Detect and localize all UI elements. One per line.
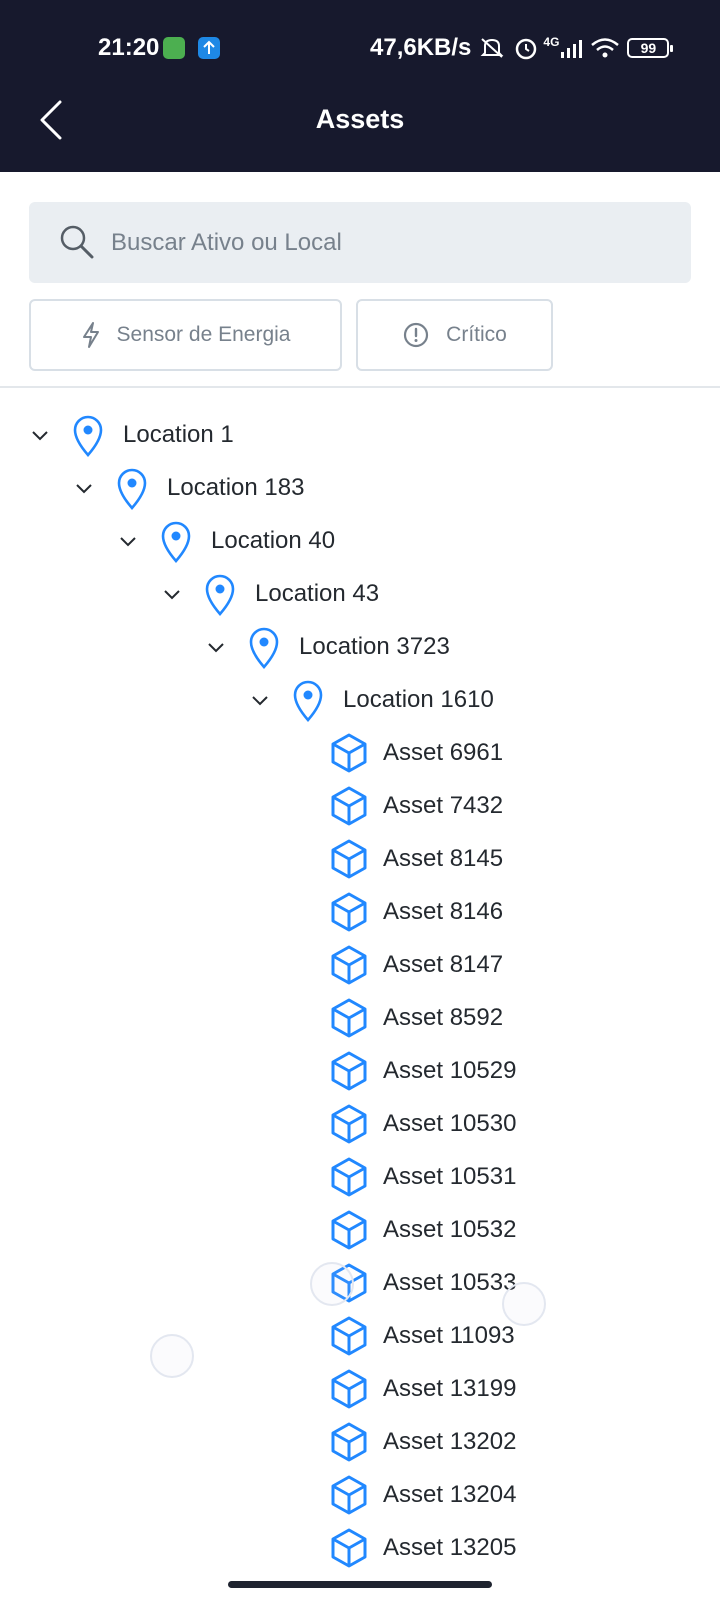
tree-asset-label: Asset 13204 — [383, 1480, 517, 1508]
tree-location-row[interactable]: Location 1 — [29, 408, 234, 461]
cube-icon — [331, 786, 367, 825]
tree-asset-label: Asset 10533 — [383, 1268, 517, 1296]
tree-location-label: Location 183 — [167, 473, 305, 501]
tree-asset-label: Asset 13199 — [383, 1374, 517, 1402]
tree-asset-row[interactable]: Asset 10532 — [329, 1203, 516, 1256]
tree-location-row[interactable]: Location 1610 — [249, 673, 494, 726]
signal-label: 4G — [543, 35, 560, 49]
tree-asset-row[interactable]: Asset 13202 — [329, 1415, 516, 1468]
touch-indicator — [150, 1334, 194, 1378]
app-header: 21:20 47,6KB/s 4G 99 Assets — [0, 0, 720, 172]
location-pin-icon — [73, 415, 103, 457]
tree-asset-row[interactable]: Asset 10529 — [329, 1044, 516, 1097]
location-pin-icon — [117, 468, 147, 510]
upload-icon — [198, 37, 220, 59]
tree-asset-row[interactable]: Asset 13199 — [329, 1362, 516, 1415]
mute-icon — [480, 38, 504, 58]
alarm-icon — [516, 38, 537, 60]
cube-icon — [331, 892, 367, 931]
energy-sensor-filter-button[interactable]: Sensor de Energia — [29, 299, 342, 371]
tree-asset-label: Asset 11093 — [383, 1321, 515, 1349]
divider — [0, 386, 720, 388]
tree-location-label: Location 3723 — [299, 632, 450, 660]
cube-icon — [331, 1210, 367, 1249]
cube-icon — [331, 1475, 367, 1514]
tree-asset-label: Asset 13205 — [383, 1533, 517, 1561]
bolt-icon — [82, 322, 99, 348]
location-pin-icon — [249, 627, 279, 669]
tree-asset-label: Asset 10531 — [383, 1162, 517, 1190]
chevron-down-icon[interactable] — [117, 530, 139, 552]
tree-asset-label: Asset 13202 — [383, 1427, 517, 1455]
tree-location-label: Location 1 — [123, 420, 234, 448]
tree-asset-label: Asset 6961 — [383, 738, 504, 766]
tree-asset-row[interactable]: Asset 8145 — [329, 832, 503, 885]
search-input[interactable] — [111, 202, 671, 283]
status-time: 21:20 — [98, 34, 160, 61]
tree-location-label: Location 1610 — [343, 685, 494, 713]
cube-icon — [331, 1316, 367, 1355]
touch-indicator — [310, 1262, 354, 1306]
home-indicator[interactable] — [228, 1581, 492, 1588]
cube-icon — [331, 1157, 367, 1196]
tree-asset-label: Asset 8145 — [383, 844, 504, 872]
chevron-down-icon[interactable] — [249, 689, 271, 711]
location-pin-icon — [161, 521, 191, 563]
cube-icon — [331, 733, 367, 772]
critical-filter-label: Crítico — [446, 323, 507, 346]
cube-icon — [331, 1422, 367, 1461]
tree-asset-label: Asset 10530 — [383, 1109, 517, 1137]
cube-icon — [331, 1104, 367, 1143]
search-icon — [60, 225, 94, 259]
tree-location-row[interactable]: Location 183 — [73, 461, 304, 514]
tree-asset-row[interactable]: Asset 10530 — [329, 1097, 516, 1150]
tree-location-row[interactable]: Location 3723 — [205, 620, 450, 673]
tree-asset-row[interactable]: Asset 13204 — [329, 1468, 516, 1521]
chevron-down-icon[interactable] — [73, 477, 95, 499]
critical-filter-button[interactable]: Crítico — [356, 299, 553, 371]
wifi-icon — [591, 38, 620, 58]
network-speed: 47,6KB/s — [370, 34, 472, 61]
touch-indicator — [502, 1282, 546, 1326]
energy-sensor-filter-label: Sensor de Energia — [116, 323, 291, 346]
page-title: Assets — [315, 104, 405, 134]
search-bar[interactable] — [29, 202, 691, 283]
tree-asset-label: Asset 8146 — [383, 897, 504, 925]
cube-icon — [331, 1369, 367, 1408]
battery-indicator: 99 — [627, 38, 674, 58]
tree-asset-label: Asset 8592 — [383, 1003, 504, 1031]
status-bar: 21:20 47,6KB/s 4G 99 — [0, 28, 720, 68]
tree-asset-row[interactable]: Asset 10531 — [329, 1150, 516, 1203]
alert-circle-icon — [404, 322, 429, 348]
tree-asset-row[interactable]: Asset 11093 — [329, 1309, 515, 1362]
status-right: 47,6KB/s 4G 99 — [370, 34, 674, 62]
tree-asset-label: Asset 8147 — [383, 950, 504, 978]
chevron-down-icon[interactable] — [161, 583, 183, 605]
location-pin-icon — [293, 680, 323, 722]
tree-asset-row[interactable]: Asset 8146 — [329, 885, 503, 938]
cube-icon — [331, 998, 367, 1037]
tree-asset-row[interactable]: Asset 10533 — [329, 1256, 516, 1309]
tree-location-row[interactable]: Location 40 — [117, 514, 335, 567]
tree-location-row[interactable]: Location 43 — [161, 567, 379, 620]
chevron-down-icon[interactable] — [29, 424, 51, 446]
tree-asset-row[interactable]: Asset 7432 — [329, 779, 503, 832]
tree-asset-label: Asset 10529 — [383, 1056, 517, 1084]
location-pin-icon — [205, 574, 235, 616]
chevron-down-icon[interactable] — [205, 636, 227, 658]
notification-app-icon — [163, 37, 185, 59]
cube-icon — [331, 1528, 367, 1567]
tree-asset-row[interactable]: Asset 13205 — [329, 1521, 516, 1574]
tree-location-label: Location 43 — [255, 579, 380, 607]
tree-asset-row[interactable]: Asset 6961 — [329, 726, 503, 779]
tree-asset-label: Asset 7432 — [383, 791, 504, 819]
tree-location-label: Location 40 — [211, 526, 336, 554]
tree-asset-row[interactable]: Asset 8147 — [329, 938, 503, 991]
tree-asset-label: Asset 10532 — [383, 1215, 517, 1243]
signal-icon — [561, 40, 583, 58]
cube-icon — [331, 1051, 367, 1090]
tree-asset-row[interactable]: Asset 8592 — [329, 991, 503, 1044]
cube-icon — [331, 945, 367, 984]
cube-icon — [331, 839, 367, 878]
